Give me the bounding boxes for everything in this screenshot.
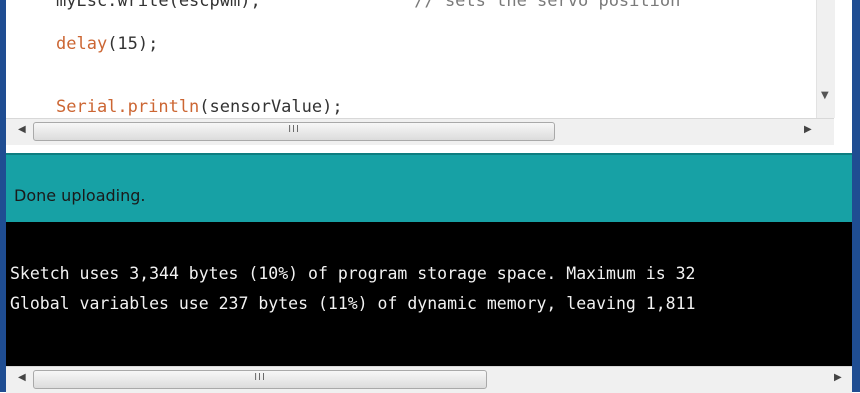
status-bar: Done uploading. bbox=[6, 153, 852, 223]
scroll-left-arrow-icon[interactable]: ◀ bbox=[18, 124, 26, 135]
console-horizontal-scrollbar[interactable]: ◀ III ▶ bbox=[6, 366, 852, 393]
code-text: myEsc.write(escpwm); bbox=[56, 0, 261, 11]
code-line: myEsc.write(escpwm); // sets the servo p… bbox=[56, 0, 680, 11]
console-output[interactable]: Sketch uses 3,344 bytes (10%) of program… bbox=[6, 222, 852, 366]
window-frame-right bbox=[852, 0, 860, 392]
scrollbar-thumb[interactable]: III bbox=[33, 370, 487, 389]
code-args: (sensorValue); bbox=[199, 97, 343, 117]
code-comment: // sets the servo position bbox=[414, 0, 681, 11]
grip-icon: III bbox=[254, 372, 266, 383]
code-padding bbox=[261, 0, 415, 11]
editor-vertical-scrollbar[interactable]: ▼ bbox=[816, 0, 835, 118]
status-message: Done uploading. bbox=[14, 186, 146, 205]
code-function: delay bbox=[56, 34, 108, 54]
code-area[interactable]: myEsc.write(escpwm); // sets the servo p… bbox=[6, 0, 816, 118]
scroll-down-arrow-icon[interactable]: ▼ bbox=[821, 90, 829, 101]
scrollbar-thumb[interactable]: III bbox=[33, 122, 555, 141]
code-line: delay(15); bbox=[56, 34, 158, 54]
scroll-right-arrow-icon[interactable]: ▶ bbox=[834, 372, 842, 383]
code-line: Serial.println(sensorValue); bbox=[56, 97, 343, 117]
code-function: Serial.println bbox=[56, 97, 200, 117]
scroll-right-arrow-icon[interactable]: ▶ bbox=[804, 124, 812, 135]
editor-horizontal-scrollbar[interactable]: ◀ III ▶ bbox=[6, 118, 834, 145]
scroll-left-arrow-icon[interactable]: ◀ bbox=[18, 372, 26, 383]
console-line: Sketch uses 3,344 bytes (10%) of program… bbox=[10, 264, 696, 283]
editor-divider bbox=[6, 145, 852, 153]
console-line: Global variables use 237 bytes (11%) of … bbox=[10, 294, 696, 313]
code-editor[interactable]: myEsc.write(escpwm); // sets the servo p… bbox=[6, 0, 852, 153]
code-args: (15); bbox=[107, 34, 159, 54]
grip-icon: III bbox=[288, 124, 300, 135]
